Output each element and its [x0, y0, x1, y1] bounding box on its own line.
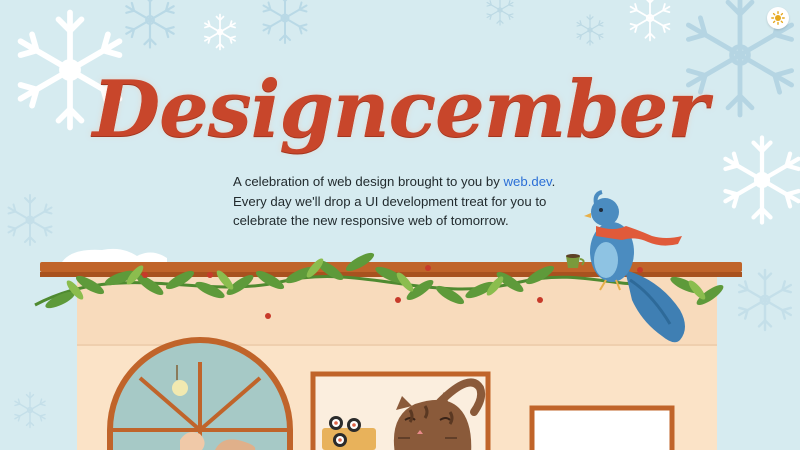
intro-text: A celebration of web design brought to y…: [233, 172, 573, 231]
theme-toggle-button[interactable]: [767, 7, 789, 29]
roof-snow: [62, 248, 167, 262]
right-window: [529, 405, 675, 450]
intro-text-part: A celebration of web design brought to y…: [233, 174, 504, 189]
center-window: [310, 371, 491, 450]
web-dev-link[interactable]: web.dev: [504, 174, 552, 189]
site-title: Designcember: [92, 63, 709, 155]
sun-icon: [771, 11, 785, 25]
